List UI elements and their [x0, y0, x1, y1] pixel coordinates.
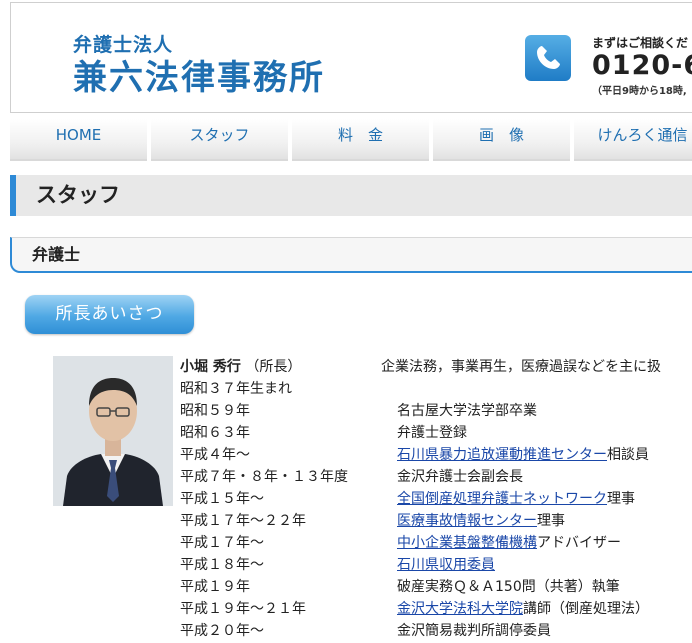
- nav-images[interactable]: 画 像: [433, 119, 570, 161]
- history-row: 平成１９年 破産実務Ｑ＆Ａ150問（共著）執筆: [180, 576, 692, 598]
- history-period: 平成１７年～２２年: [180, 513, 306, 529]
- history-event: 中小企業基盤整備機構アドバイザー: [397, 532, 621, 552]
- link-anti-violence-center[interactable]: 石川県暴力追放運動推進センター: [397, 447, 607, 463]
- history-period: 平成１５年～: [180, 491, 264, 507]
- history-period: 昭和５９年: [180, 403, 250, 419]
- history-period: 平成１９年: [180, 579, 250, 595]
- link-medical-accident-center[interactable]: 医療事故情報センター: [397, 513, 537, 529]
- history-event: 弁護士登録: [397, 425, 467, 441]
- lawyer-photo: [53, 356, 173, 506]
- history-period: 昭和３７年生まれ: [180, 381, 292, 397]
- history-event: 石川県暴力追放運動推進センター相談員: [397, 444, 649, 464]
- history-period: 平成１８年～: [180, 557, 264, 573]
- history-row: 平成１９年～２１年 金沢大学法科大学院講師（倒産処理法）: [180, 598, 692, 620]
- link-insolvency-network[interactable]: 全国倒産処理弁護士ネットワーク: [397, 491, 607, 507]
- history-suffix: 相談員: [607, 447, 649, 463]
- history-row: 昭和６３年 弁護士登録: [180, 422, 692, 444]
- history-row: 昭和５９年 名古屋大学法学部卒業: [180, 400, 692, 422]
- history-row: 平成１８年～ 石川県収用委員: [180, 554, 692, 576]
- lawyer-name-row: 小堀 秀行 （所長）: [180, 356, 301, 376]
- history-period: 平成４年～: [180, 447, 250, 463]
- history-period: 平成１７年～: [180, 535, 264, 551]
- lawyer-title: （所長）: [245, 359, 302, 375]
- history-suffix: アドバイザー: [537, 535, 621, 551]
- history-row: 平成１５年～ 全国倒産処理弁護士ネットワーク理事: [180, 488, 692, 510]
- nav-newsletter[interactable]: けんろく通信: [574, 119, 692, 161]
- history-period: 平成１９年～２１年: [180, 601, 306, 617]
- history-row: 平成１７年～２２年 医療事故情報センター理事: [180, 510, 692, 532]
- phone-icon: [525, 35, 571, 81]
- page-title: スタッフ: [10, 175, 692, 216]
- history-event: 全国倒産処理弁護士ネットワーク理事: [397, 488, 635, 508]
- director-greeting-button[interactable]: 所長あいさつ: [25, 295, 194, 334]
- nav-staff[interactable]: スタッフ: [151, 119, 288, 161]
- lawyer-specialty: 企業法務，事業再生，医療過誤などを主に扱: [381, 359, 661, 375]
- history-period: 平成２０年～: [180, 623, 264, 639]
- history-event: 石川県収用委員: [397, 554, 495, 574]
- history-row: 平成１７年～ 中小企業基盤整備機構アドバイザー: [180, 532, 692, 554]
- nav-home[interactable]: HOME: [10, 119, 147, 161]
- history-period: 平成７年・８年・１３年度: [180, 469, 348, 485]
- history-row: 平成７年・８年・１３年度 金沢弁護士会副会長: [180, 466, 692, 488]
- history-row: 昭和３７年生まれ: [180, 378, 692, 400]
- section-heading: 弁護士: [10, 237, 692, 273]
- history-event: 名古屋大学法学部卒業: [397, 403, 537, 419]
- main-nav: HOME スタッフ 料 金 画 像 けんろく通信: [10, 119, 692, 161]
- career-history: 昭和３７年生まれ 昭和５９年 名古屋大学法学部卒業 昭和６３年 弁護士登録 平成…: [180, 378, 692, 642]
- consult-text: まずはご相談くだ: [592, 36, 689, 50]
- history-period: 昭和６３年: [180, 425, 250, 441]
- firm-name-logo[interactable]: 兼六法律事務所: [73, 50, 325, 99]
- link-expropriation-committee[interactable]: 石川県収用委員: [397, 557, 495, 573]
- link-kanazawa-law-school[interactable]: 金沢大学法科大学院: [397, 601, 523, 617]
- history-event: 金沢弁護士会副会長: [397, 469, 523, 485]
- history-event: 金沢大学法科大学院講師（倒産処理法）: [397, 598, 649, 618]
- history-event: 医療事故情報センター理事: [397, 510, 565, 530]
- phone-number[interactable]: 0120-6: [592, 50, 692, 81]
- history-event: 金沢簡易裁判所調停委員: [397, 623, 551, 639]
- history-suffix: 理事: [607, 491, 635, 507]
- business-hours: （平日9時から18時,: [592, 86, 687, 97]
- history-row: 平成４年～ 石川県暴力追放運動推進センター相談員: [180, 444, 692, 466]
- history-event: 破産実務Ｑ＆Ａ150問（共著）執筆: [397, 579, 620, 595]
- history-suffix: 理事: [537, 513, 565, 529]
- link-smrj[interactable]: 中小企業基盤整備機構: [397, 535, 537, 551]
- history-row: 平成２０年～ 金沢簡易裁判所調停委員: [180, 620, 692, 642]
- history-suffix: 講師（倒産処理法）: [523, 601, 649, 617]
- lawyer-name: 小堀 秀行: [180, 359, 241, 375]
- nav-fees[interactable]: 料 金: [292, 119, 429, 161]
